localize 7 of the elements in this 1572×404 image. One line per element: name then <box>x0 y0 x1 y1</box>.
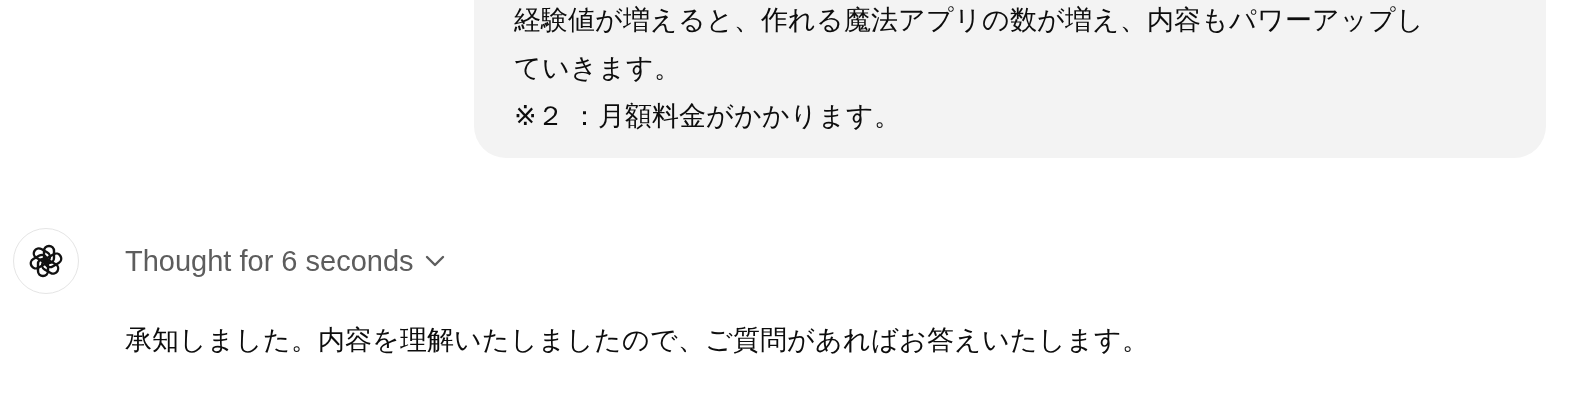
message-line: ていきます。 <box>514 52 682 85</box>
message-line: 経験値が増えると、作れる魔法アプリの数が増え、内容もパワーアップし <box>514 4 1425 37</box>
knot-logo-icon <box>28 243 64 279</box>
message-line: ※２ ：月額料金がかかります。 <box>514 100 903 133</box>
assistant-message: 承知しました。内容を理解いたしましたので、ご質問があればお答えいたします。 <box>125 324 1149 357</box>
thought-toggle[interactable]: Thought for 6 seconds <box>125 228 1149 294</box>
chevron-icon <box>423 254 446 268</box>
